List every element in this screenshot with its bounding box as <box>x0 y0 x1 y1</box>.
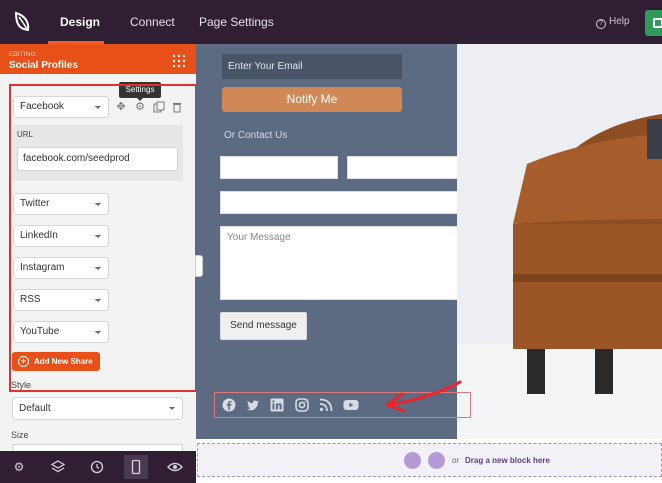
eye-preview-icon[interactable] <box>163 455 187 479</box>
settings-gear-icon[interactable]: ⚙ <box>7 455 31 479</box>
subject-field[interactable] <box>220 191 466 214</box>
help-icon: ? <box>596 19 606 29</box>
editing-label: EDITING: <box>9 52 38 58</box>
send-message-button[interactable]: Send message <box>220 312 307 340</box>
email-contact-field[interactable] <box>347 156 466 179</box>
drop-zone-or: or <box>452 456 460 465</box>
name-field[interactable] <box>220 156 338 179</box>
annotation-arrow <box>385 380 462 413</box>
tab-design[interactable]: Design <box>60 0 100 44</box>
save-button[interactable] <box>645 10 662 36</box>
grid-menu-icon[interactable] <box>172 54 186 68</box>
rss-icon[interactable] <box>319 398 333 412</box>
history-icon[interactable] <box>85 455 109 479</box>
youtube-icon[interactable] <box>343 398 359 412</box>
notify-me-button[interactable]: Notify Me <box>222 87 402 112</box>
mobile-preview-icon[interactable] <box>124 455 148 479</box>
drop-zone-label: Drag a new block here <box>465 456 550 465</box>
linkedin-icon[interactable] <box>270 398 284 412</box>
save-icon <box>653 18 662 28</box>
twitter-icon[interactable] <box>246 398 260 412</box>
message-placeholder: Your Message <box>227 232 291 243</box>
style-label: Style <box>11 380 32 390</box>
tab-page-settings[interactable]: Page Settings <box>199 0 274 44</box>
help-label: Help <box>609 16 630 27</box>
add-row-icon[interactable] <box>428 452 445 469</box>
seedprod-logo[interactable] <box>10 9 36 35</box>
sidebar-collapse-handle[interactable] <box>195 255 203 277</box>
tab-connect[interactable]: Connect <box>130 0 175 44</box>
layers-icon[interactable] <box>46 455 70 479</box>
help-link[interactable]: ? Help <box>596 0 630 44</box>
instagram-icon[interactable] <box>295 398 309 412</box>
table-photo <box>457 44 662 439</box>
size-label: Size <box>11 430 29 440</box>
style-select-value: Default <box>19 403 51 414</box>
hero-image <box>457 44 662 439</box>
chevron-down-icon <box>169 407 175 410</box>
block-title: Social Profiles <box>9 60 78 71</box>
facebook-icon[interactable] <box>222 398 236 412</box>
add-section-icon[interactable] <box>404 452 421 469</box>
contact-heading: Or Contact Us <box>224 130 288 141</box>
annotation-highlight-box <box>9 84 197 392</box>
email-field[interactable]: Enter Your Email <box>222 54 402 79</box>
style-select[interactable]: Default <box>12 397 183 420</box>
